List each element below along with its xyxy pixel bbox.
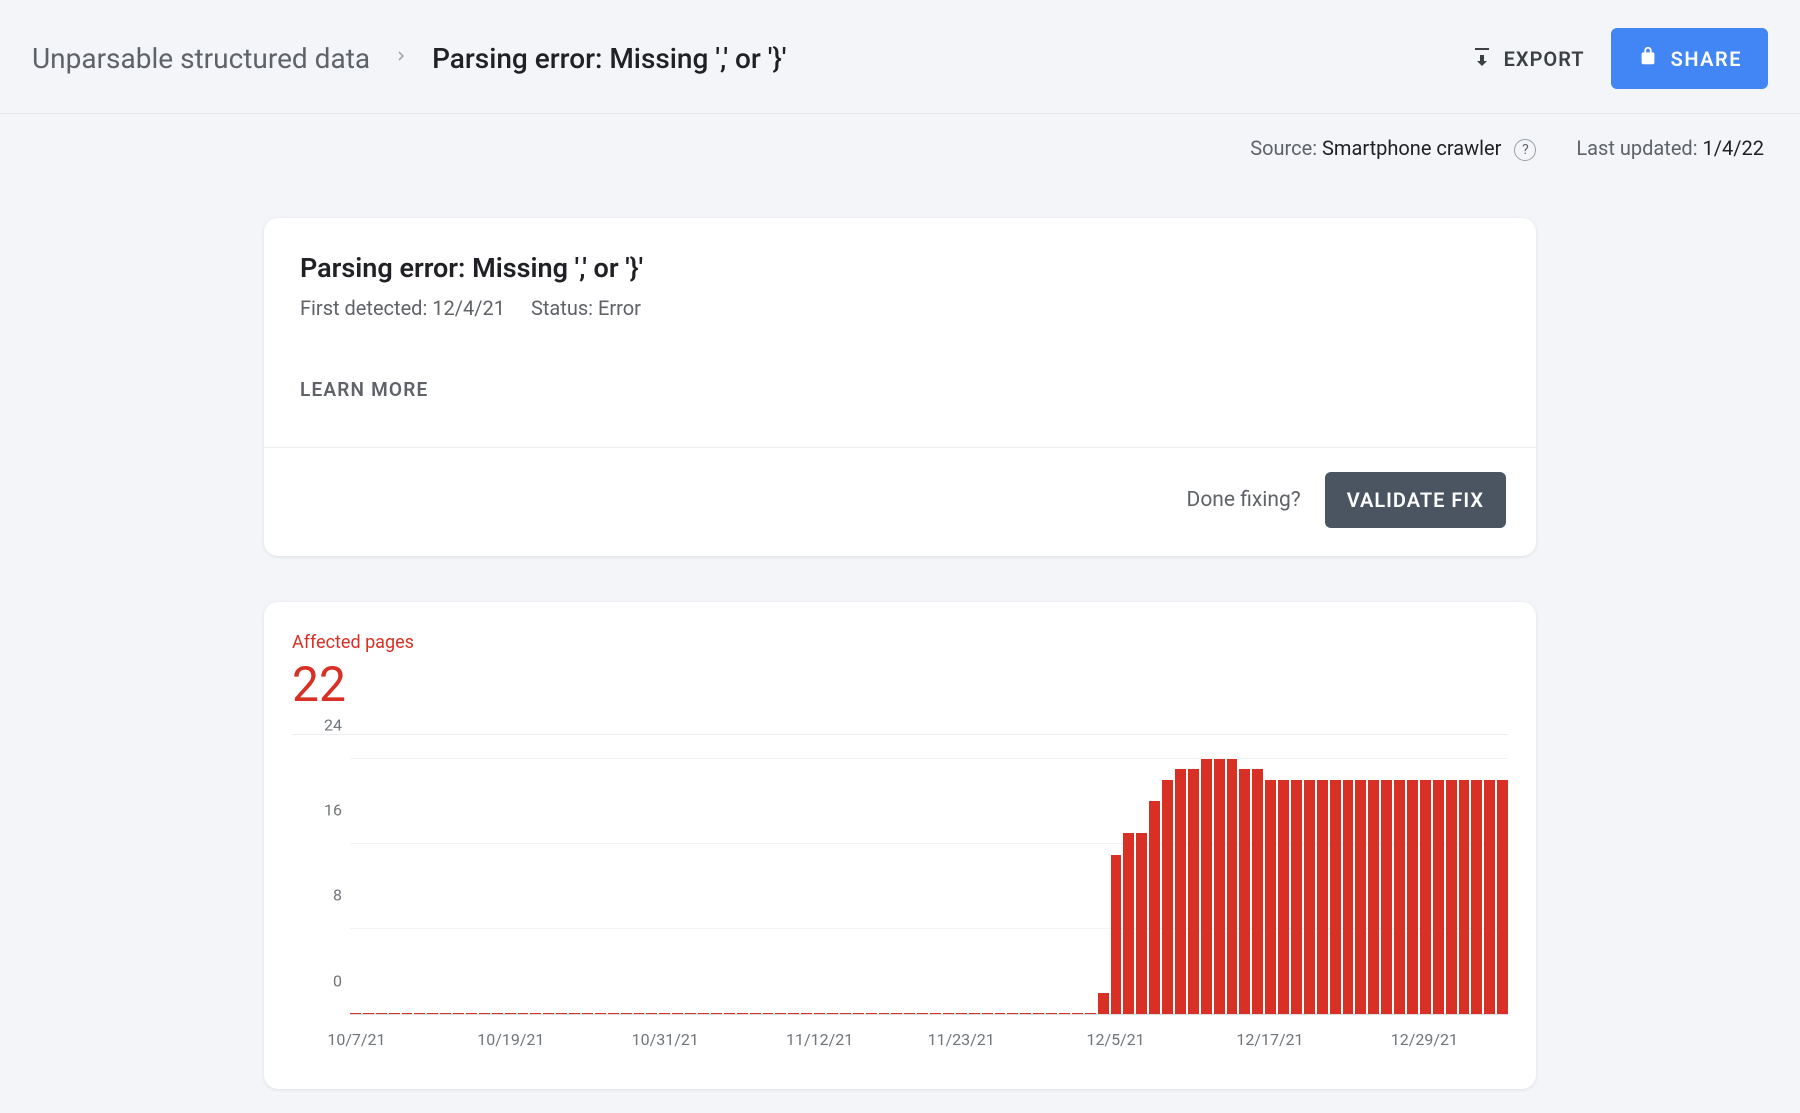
done-fixing-label: Done fixing?: [1187, 488, 1301, 512]
chart-bar: [1214, 759, 1225, 1015]
x-tick: 12/29/21: [1391, 1030, 1458, 1049]
x-tick: 10/31/21: [632, 1030, 699, 1049]
chart-bar: [1497, 780, 1508, 1015]
source-info: Source: Smartphone crawler ?: [1250, 136, 1536, 162]
chevron-right-icon: [392, 46, 410, 71]
lock-icon: [1637, 42, 1659, 75]
top-bar: Unparsable structured data Parsing error…: [0, 0, 1800, 114]
chart-bar: [1136, 833, 1147, 1014]
chart-bar: [1355, 780, 1366, 1015]
chart-bar: [1149, 801, 1160, 1014]
meta-row: Source: Smartphone crawler ? Last update…: [0, 114, 1800, 172]
chart-bar: [1188, 769, 1199, 1014]
chart-bar: [1252, 769, 1263, 1014]
x-tick: 10/7/21: [327, 1030, 385, 1049]
top-actions: EXPORT SHARE: [1470, 28, 1768, 89]
updated-label: Last updated:: [1576, 136, 1697, 160]
chart-bar: [1278, 780, 1289, 1015]
export-button[interactable]: EXPORT: [1470, 44, 1585, 73]
y-axis: 081624: [292, 759, 350, 1015]
chart-bar: [1123, 833, 1134, 1014]
affected-pages-count: 22: [292, 659, 1508, 712]
chart-bar: [1407, 780, 1418, 1015]
validate-fix-button[interactable]: VALIDATE FIX: [1325, 472, 1506, 528]
chart-bar: [1111, 855, 1122, 1015]
chart-bar: [1098, 993, 1109, 1014]
breadcrumb: Unparsable structured data Parsing error…: [32, 42, 786, 75]
export-label: EXPORT: [1504, 47, 1585, 71]
updated-value: 1/4/22: [1703, 136, 1764, 160]
chart-bar: [1265, 780, 1276, 1015]
chart-bar: [1471, 780, 1482, 1015]
chart-bar: [1291, 780, 1302, 1015]
chart-bar: [1446, 780, 1457, 1015]
source-label: Source:: [1250, 136, 1317, 160]
chart-bars: [350, 759, 1508, 1015]
y-tick: 16: [292, 801, 342, 820]
chart-bar: [1459, 780, 1470, 1015]
chart-bar: [1304, 780, 1315, 1015]
x-axis: 10/7/2110/19/2110/31/2111/12/2111/23/211…: [350, 1019, 1508, 1049]
x-tick: 11/12/21: [786, 1030, 853, 1049]
chart-bar: [1330, 780, 1341, 1015]
divider: [292, 734, 1508, 735]
x-tick: 10/19/21: [477, 1030, 544, 1049]
chart-bar: [1317, 780, 1328, 1015]
share-label: SHARE: [1671, 47, 1742, 71]
error-title: Parsing error: Missing ',' or '}': [300, 252, 1500, 284]
download-icon: [1470, 44, 1494, 73]
affected-pages-label: Affected pages: [292, 632, 1508, 653]
chart-bar: [1239, 769, 1250, 1014]
affected-pages-chart: 081624 10/7/2110/19/2110/31/2111/12/2111…: [292, 759, 1508, 1049]
chart-bar: [1420, 780, 1431, 1015]
help-icon[interactable]: ?: [1514, 139, 1536, 161]
chart-bar: [1484, 780, 1495, 1015]
chart-bar: [1162, 780, 1173, 1015]
chart-bar: [1394, 780, 1405, 1015]
chart-bar: [1343, 780, 1354, 1015]
chart-bar: [1201, 759, 1212, 1015]
chart-bar: [1175, 769, 1186, 1014]
share-button[interactable]: SHARE: [1611, 28, 1768, 89]
status: Status: Error: [531, 296, 641, 320]
x-tick: 12/17/21: [1236, 1030, 1303, 1049]
first-detected: First detected: 12/4/21: [300, 296, 505, 320]
chart-bar: [1227, 759, 1238, 1015]
y-tick: 8: [292, 886, 342, 905]
chart-bar: [1368, 780, 1379, 1015]
y-tick: 0: [292, 971, 342, 990]
affected-pages-card: Affected pages 22 0 8 16 24 10/7/21 10/19/21…: [264, 602, 1536, 1089]
source-value: Smartphone crawler: [1322, 136, 1501, 160]
chart-bar: [1381, 780, 1392, 1015]
chart-bar: [1433, 780, 1444, 1015]
x-tick: 12/5/21: [1086, 1030, 1144, 1049]
learn-more-link[interactable]: LEARN MORE: [300, 378, 1500, 401]
chart-baseline: [350, 1014, 1508, 1015]
last-updated-info: Last updated: 1/4/22: [1576, 136, 1764, 162]
breadcrumb-parent[interactable]: Unparsable structured data: [32, 42, 370, 75]
error-summary-card: Parsing error: Missing ',' or '}' First …: [264, 218, 1536, 556]
y-tick: 24: [292, 715, 342, 734]
breadcrumb-current: Parsing error: Missing ',' or '}': [432, 42, 786, 75]
x-tick: 11/23/21: [928, 1030, 995, 1049]
